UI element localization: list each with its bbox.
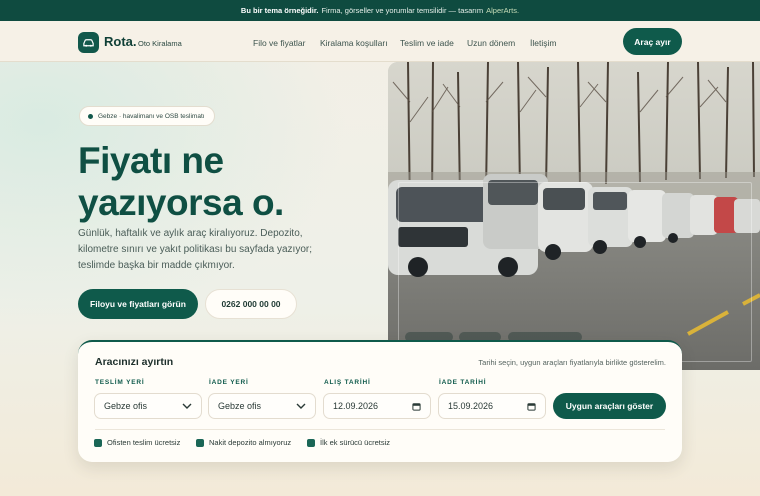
location-badge: Gebze · havalimanı ve OSB teslimatı	[79, 106, 215, 126]
brand-name[interactable]: Rota.	[104, 34, 137, 49]
return-value: Gebze ofis	[218, 401, 262, 411]
calendar-icon[interactable]	[412, 402, 421, 411]
car-icon[interactable]	[78, 32, 99, 53]
check-icon	[307, 438, 315, 447]
feature-text: Nakit depozito almıyoruz	[209, 438, 292, 447]
nav-link-delivery[interactable]: Teslim ve iade	[400, 38, 454, 48]
return-date-value: 15.09.2026	[448, 401, 494, 411]
booking-title: Aracınızı ayırtın	[95, 356, 174, 368]
feature-item: İlk ek sürücü ücretsiz	[307, 438, 390, 447]
brand-tagline: Oto Kiralama	[138, 39, 182, 48]
feature-item: Ofisten teslim ücretsiz	[94, 438, 180, 447]
return-date-input[interactable]: 15.09.2026	[438, 393, 546, 419]
view-fleet-button[interactable]: Filoyu ve fiyatları görün	[78, 289, 198, 319]
check-icon	[94, 438, 102, 447]
nav-link-long-term[interactable]: Uzun dönem	[467, 38, 515, 48]
booking-card: Aracınızı ayırtın Tarihi seçin, uygun ar…	[78, 340, 682, 462]
pickup-value: Gebze ofis	[104, 401, 148, 411]
pickup-date-value: 12.09.2026	[333, 401, 379, 411]
hero-title: Fiyatı ne yazıyorsa o.	[78, 140, 284, 223]
calendar-icon[interactable]	[527, 402, 536, 411]
feature-text: Ofisten teslim ücretsiz	[107, 438, 181, 447]
chevron-down-icon	[182, 403, 192, 409]
nav-link-terms[interactable]: Kiralama koşulları	[320, 38, 388, 48]
nav-link-contact[interactable]: İletişim	[530, 38, 556, 48]
site-header: Rota. Oto Kiralama Filo ve fiyatlar Kira…	[0, 21, 760, 62]
nav-link-fleet[interactable]: Filo ve fiyatlar	[253, 38, 305, 48]
pickup-date-input[interactable]: 12.09.2026	[323, 393, 431, 419]
hero-lead: Günlük, haftalık ve aylık araç kiralıyor…	[78, 228, 312, 271]
badge-dot-icon	[88, 113, 93, 119]
phone-button[interactable]: 0262 000 00 00	[205, 289, 297, 319]
return-select[interactable]: Gebze ofis	[208, 393, 316, 419]
chevron-down-icon	[296, 403, 306, 409]
feature-text: İlk ek sürücü ücretsiz	[320, 438, 391, 447]
announcement-link[interactable]: AlperArts.	[486, 6, 519, 15]
pickup-date-label: ALIŞ TARİHİ	[324, 379, 371, 386]
announcement-lead: Bu bir tema örneğidir.	[240, 6, 319, 15]
check-icon	[196, 438, 204, 447]
announcement-text: Firma, görseller ve yorumlar temsilidir …	[321, 6, 484, 15]
badge-text: Gebze · havalimanı ve OSB teslimatı	[98, 112, 205, 120]
return-date-label: İADE TARİHİ	[439, 379, 487, 386]
announcement-bar: Bu bir tema örneğidir. Firma, görseller …	[0, 0, 760, 21]
feature-item: Nakit depozito almıyoruz	[196, 438, 291, 447]
divider	[95, 429, 665, 430]
booking-hint: Tarihi seçin, uygun araçları fiyatlarıyl…	[478, 358, 666, 367]
pickup-label: TESLİM YERİ	[95, 379, 145, 386]
reserve-button[interactable]: Araç ayır	[623, 28, 682, 55]
search-cars-button[interactable]: Uygun araçları göster	[553, 393, 666, 419]
return-label: İADE YERİ	[209, 379, 249, 386]
pickup-select[interactable]: Gebze ofis	[94, 393, 202, 419]
